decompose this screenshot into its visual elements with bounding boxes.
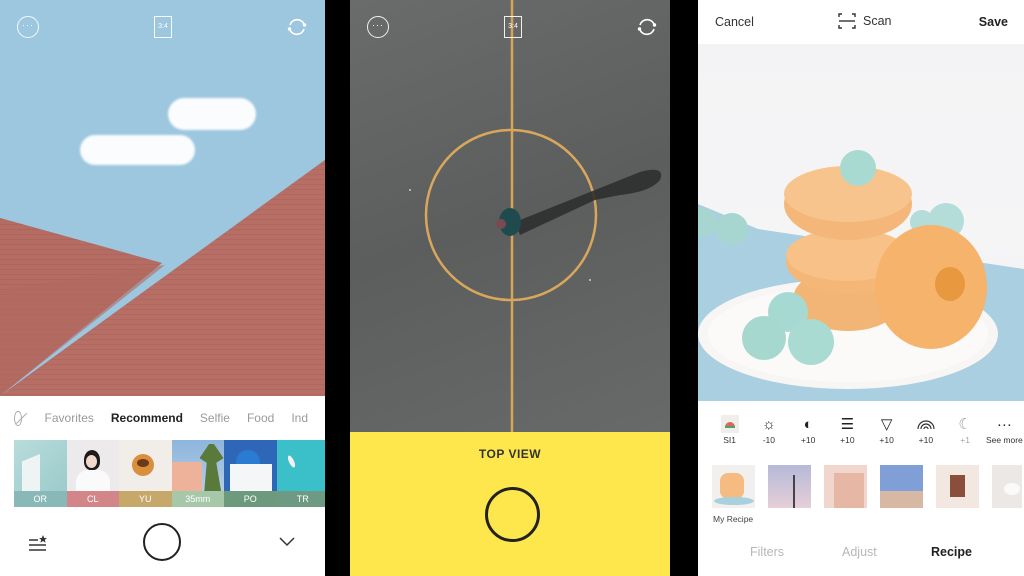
contrast-icon: ◐ — [803, 415, 813, 433]
tab-selfie[interactable]: Selfie — [200, 411, 230, 425]
adjust-brightness[interactable]: ☼ -10 — [749, 413, 788, 453]
adjust-rainbow[interactable]: +10 — [906, 413, 945, 453]
camera-preview: ··· 3:4 — [0, 0, 325, 396]
tab-adjust[interactable]: Adjust — [842, 545, 877, 559]
adjust-value: SI1 — [723, 435, 736, 445]
brightness-icon: ☼ — [762, 415, 776, 433]
aspect-ratio-button[interactable]: 3:4 — [504, 16, 522, 38]
filter-thumb-35mm[interactable]: 35mm — [171, 440, 224, 507]
filter-label: PO — [224, 491, 277, 507]
tab-filters[interactable]: Filters — [750, 545, 784, 559]
filter-label: 35mm — [171, 491, 224, 507]
tab-recipe[interactable]: Recipe — [931, 545, 972, 559]
recipe-thumb[interactable] — [768, 465, 811, 508]
adjust-value: +10 — [800, 435, 816, 445]
top-bar: ··· 3:4 — [350, 0, 670, 54]
list-star-icon[interactable] — [28, 535, 48, 551]
filter-preview-image — [14, 440, 67, 491]
tab-ind[interactable]: Ind — [291, 411, 308, 425]
adjust-value: -10 — [762, 435, 776, 445]
shutter-button[interactable] — [143, 523, 181, 561]
tab-favorites[interactable]: Favorites — [45, 411, 94, 425]
my-recipe-label: My Recipe — [713, 514, 754, 524]
mode-label: TOP VIEW — [478, 447, 542, 461]
tab-food[interactable]: Food — [247, 411, 274, 425]
recipe-thumb[interactable] — [880, 465, 923, 508]
filter-thumb-po[interactable]: PO — [224, 440, 277, 507]
filter-label: TR — [276, 491, 325, 507]
filter-preview-image — [66, 440, 119, 492]
recipe-strip — [712, 465, 1022, 508]
brick-walls — [0, 160, 325, 396]
recipe-thumb-icon — [720, 415, 739, 433]
ellipsis-icon: ··· — [22, 20, 34, 30]
filter-label: YU — [119, 491, 172, 507]
photo-preview — [698, 44, 1024, 401]
scan-icon — [838, 13, 856, 29]
adjust-value: +10 — [840, 435, 855, 445]
filter-preview-image — [171, 440, 224, 491]
ellipsis-icon: ··· — [372, 20, 384, 30]
court-markings — [409, 0, 662, 432]
aspect-ratio-button[interactable]: 3:4 — [154, 16, 172, 38]
adjust-contrast[interactable]: ◐ +10 — [789, 413, 828, 453]
cancel-button[interactable]: Cancel — [715, 15, 754, 29]
flip-camera-icon[interactable] — [286, 16, 308, 38]
filter-preview-image — [276, 440, 325, 491]
filter-thumb-cl[interactable]: CL — [66, 440, 119, 507]
filter-thumb-tr[interactable]: TR — [276, 440, 325, 507]
structure-icon: ☰ — [840, 416, 855, 433]
filter-category-tabs: Favorites Recommend Selfie Food Ind — [0, 400, 325, 436]
adjust-moon[interactable]: ☾ +1 — [946, 413, 985, 453]
triangle-icon: ▽ — [880, 416, 893, 433]
see-more-label: See more — [985, 435, 1023, 445]
adjust-recipe-si1[interactable]: SI1 — [710, 413, 749, 453]
top-view-camera-screen: ··· 3:4 TOP VIEW — [350, 0, 670, 576]
no-filter-icon[interactable] — [14, 410, 22, 426]
camera-filters-screen: ··· 3:4 Favorites Recommend Selfie Food … — [0, 0, 325, 576]
filter-label: OR — [14, 491, 67, 507]
adjust-structure[interactable]: ☰ +10 — [828, 413, 867, 453]
adjust-value: +1 — [960, 435, 970, 445]
save-button[interactable]: Save — [979, 15, 1008, 29]
filter-strip: OR CL YU 35mm PO TR — [14, 440, 325, 507]
filter-thumb-or[interactable]: OR — [14, 440, 67, 507]
filter-label: CL — [66, 491, 119, 507]
recipe-editor-screen: Cancel Scan Save SI1 ☼ -10 ◐ +10 ☰ +10 ▽… — [698, 0, 1024, 576]
camera-preview: ··· 3:4 — [350, 0, 670, 432]
filter-thumb-yu[interactable]: YU — [119, 440, 172, 507]
shutter-button[interactable] — [485, 487, 540, 542]
recipe-thumb[interactable] — [936, 465, 979, 508]
flip-camera-icon[interactable] — [636, 16, 658, 38]
scan-label: Scan — [863, 14, 892, 28]
moon-icon: ☾ — [958, 416, 972, 433]
more-icon: ··· — [996, 415, 1012, 433]
scan-button[interactable]: Scan — [838, 13, 892, 29]
adjust-value: +10 — [879, 435, 894, 445]
more-options-button[interactable]: ··· — [17, 16, 39, 38]
adjustment-toolbar: SI1 ☼ -10 ◐ +10 ☰ +10 ▽ +10 +10 ☾ +1 ···… — [698, 413, 1024, 453]
recipe-thumb[interactable] — [824, 465, 867, 508]
rainbow-icon — [906, 413, 945, 435]
chevron-down-icon[interactable] — [278, 535, 296, 547]
filter-preview-image — [119, 440, 172, 491]
adjust-value: +10 — [918, 435, 934, 445]
bottom-bar — [0, 515, 325, 576]
tab-recommend[interactable]: Recommend — [111, 411, 183, 425]
recipe-thumb[interactable] — [992, 465, 1022, 508]
filter-preview-image — [224, 440, 277, 491]
editor-header: Cancel Scan Save — [698, 0, 1024, 44]
see-more-button[interactable]: ··· See more — [985, 413, 1024, 453]
adjust-triangle[interactable]: ▽ +10 — [867, 413, 906, 453]
recipe-thumb-my-recipe[interactable] — [712, 465, 755, 508]
more-options-button[interactable]: ··· — [367, 16, 389, 38]
donuts-photo — [698, 150, 1024, 401]
top-bar: ··· 3:4 — [0, 0, 325, 54]
